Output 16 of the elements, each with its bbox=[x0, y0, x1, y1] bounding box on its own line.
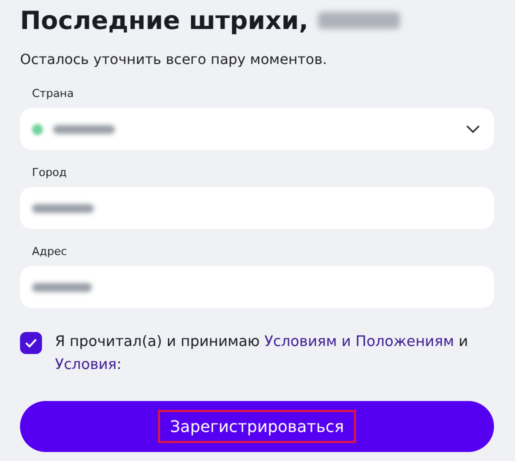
register-button[interactable]: Зарегистрироваться bbox=[20, 401, 494, 452]
checkmark-icon bbox=[25, 338, 37, 348]
field-label: Страна bbox=[32, 87, 74, 100]
input-field[interactable] bbox=[20, 266, 494, 308]
chevron-down-icon bbox=[466, 125, 480, 133]
field-label: Адрес bbox=[32, 245, 67, 258]
terms-link[interactable]: Условиям и Положениям bbox=[264, 334, 454, 350]
field-label: Город bbox=[32, 166, 67, 179]
subtitle: Осталось уточнить всего пару моментов. bbox=[20, 52, 328, 68]
page-title: Последние штрихи, bbox=[20, 6, 308, 34]
terms-link[interactable]: Условия bbox=[55, 357, 117, 373]
country-select[interactable] bbox=[20, 108, 494, 150]
blurred-flag-icon bbox=[32, 124, 43, 134]
agreement-text: Я прочитал(а) и принимаю Условиям и Положениям и Условия: bbox=[55, 333, 470, 375]
checkbox[interactable] bbox=[20, 332, 42, 354]
input-field[interactable] bbox=[20, 187, 494, 229]
